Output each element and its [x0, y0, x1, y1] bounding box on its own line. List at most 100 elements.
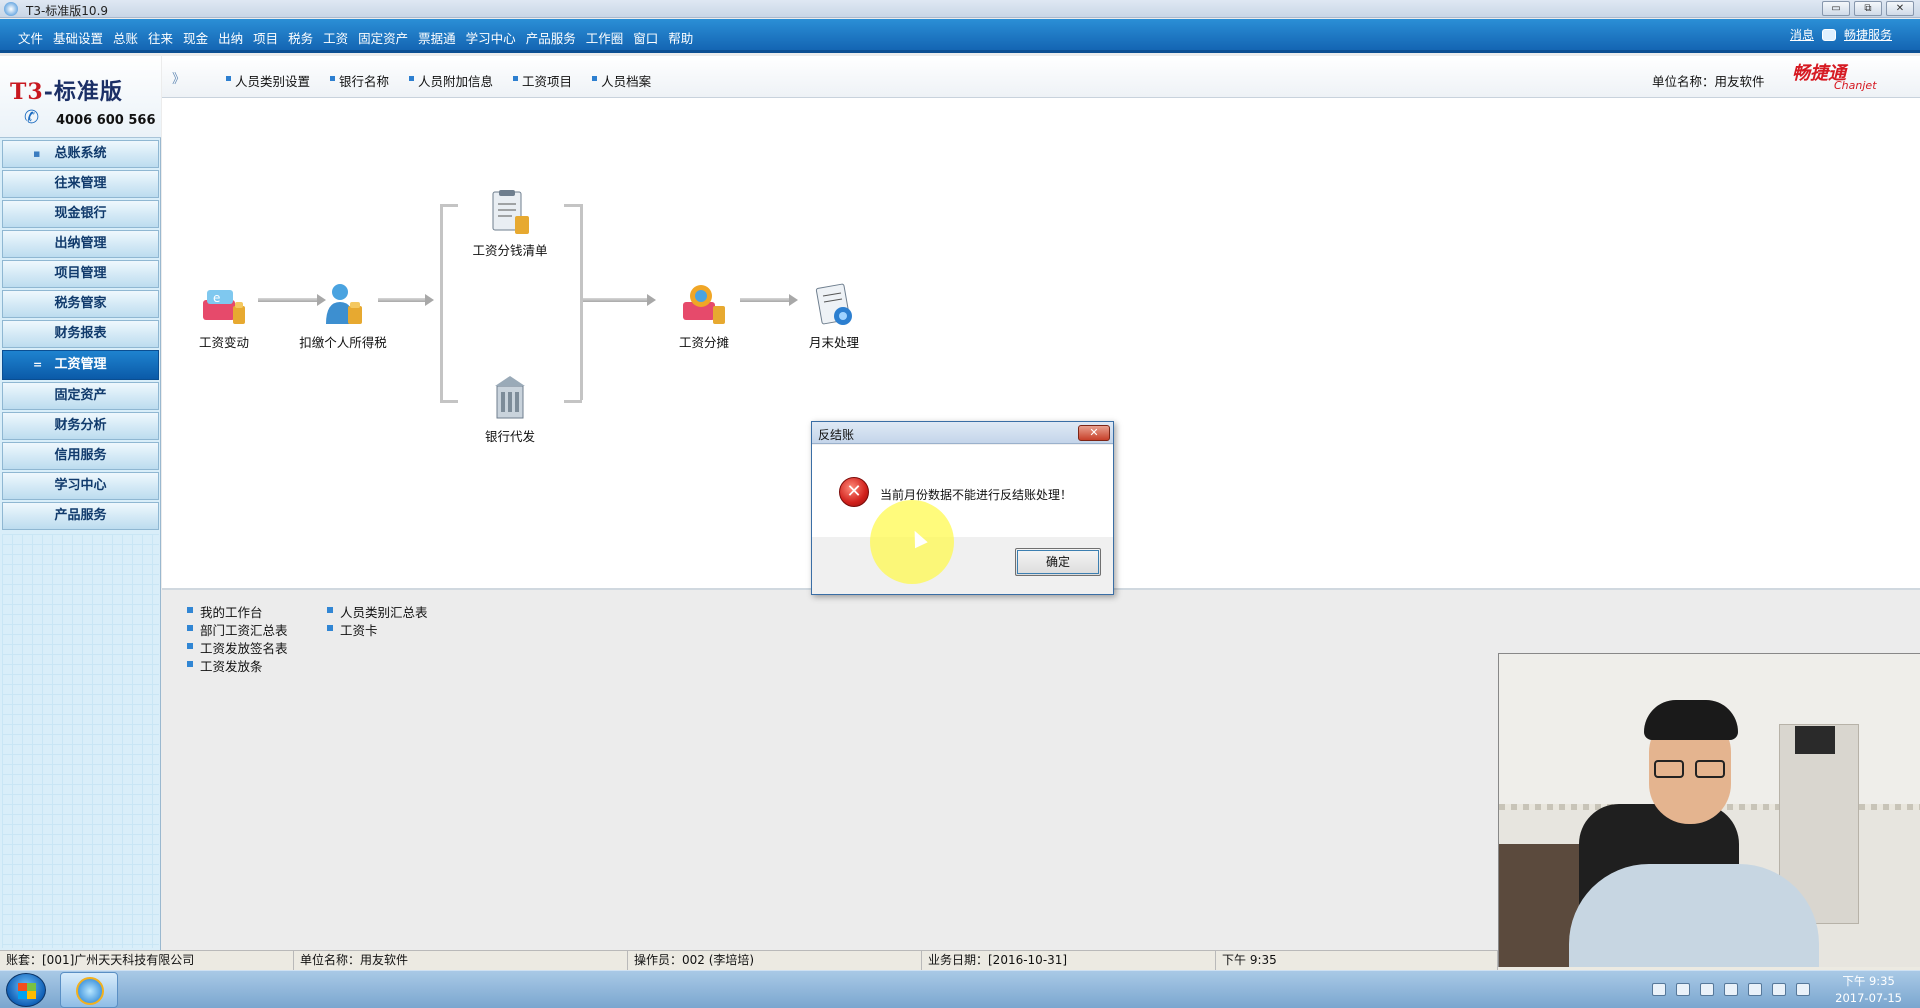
- allocation-label: 工资分摊: [678, 335, 729, 350]
- menu-item[interactable]: 工资: [323, 28, 348, 47]
- webcam-shirt: [1569, 864, 1819, 967]
- taskbar-t3-app[interactable]: [60, 972, 118, 1008]
- sidebar-item[interactable]: 产品服务: [2, 502, 159, 530]
- unclose-dialog: 反结账 ✕ ✕ 当前月份数据不能进行反结账处理！ 确定: [811, 421, 1114, 595]
- flow-bracket-line: [440, 204, 458, 207]
- status-business-date: 业务日期：[2016-10-31]: [922, 951, 1216, 971]
- message-icon[interactable]: [1821, 28, 1836, 41]
- status-account: 账套：[001]广州天天科技有限公司: [0, 951, 294, 971]
- sidebar-item[interactable]: 出纳管理: [2, 230, 159, 258]
- volume-icon[interactable]: [1796, 983, 1810, 996]
- sidebar-item[interactable]: 税务管家: [2, 290, 159, 318]
- ok-button[interactable]: 确定: [1015, 548, 1101, 576]
- menu-item[interactable]: 基础设置: [53, 28, 103, 47]
- tray-app-icon[interactable]: [1676, 983, 1690, 996]
- service-link[interactable]: 畅捷服务: [1844, 26, 1892, 43]
- status-operator: 操作员：002 (李培培): [628, 951, 922, 971]
- bank-node[interactable]: 银行代发: [460, 374, 560, 445]
- wage-change-icon: e: [199, 280, 249, 330]
- toolbar-link[interactable]: 人员类别设置: [226, 71, 310, 90]
- cash-list-node[interactable]: 工资分钱清单: [460, 188, 560, 259]
- flow-bracket-line: [564, 400, 582, 403]
- sidebar-item[interactable]: = 工资管理: [2, 350, 159, 380]
- t3-logo: T3-标准版: [10, 79, 123, 105]
- menu-item[interactable]: 工作圈: [586, 28, 624, 47]
- tray-app-icon[interactable]: [1700, 983, 1714, 996]
- minimize-button[interactable]: ▭: [1822, 1, 1850, 16]
- report-link[interactable]: 工资发放条: [186, 656, 263, 675]
- menu-item[interactable]: 固定资产: [358, 28, 408, 47]
- menu-item[interactable]: 票据通: [418, 28, 456, 47]
- toolbar-link[interactable]: 人员档案: [592, 71, 651, 90]
- menu-item[interactable]: 产品服务: [526, 28, 576, 47]
- menu-item[interactable]: 项目: [253, 28, 278, 47]
- sidebar-item[interactable]: 财务报表: [2, 320, 159, 348]
- message-link[interactable]: 消息: [1790, 26, 1814, 43]
- menu-bar: 文件 基础设置 总账 往来 现金 出纳 项目 税务 工资 固定资产 票据通 学习中心 产品服务 工作圈 窗口…: [0, 19, 1920, 53]
- sidebar-item[interactable]: ▪ 总账系统: [2, 140, 159, 168]
- webcam-glasses-left: [1654, 760, 1684, 778]
- report-link[interactable]: 工资发放签名表: [186, 638, 288, 657]
- tax-label: 扣缴个人所得税: [299, 335, 387, 350]
- sidebar-item-label: 出纳管理: [54, 236, 107, 251]
- status-unit: 单位名称：用友软件: [294, 951, 628, 971]
- sidebar-item[interactable]: 学习中心: [2, 472, 159, 500]
- menu-item[interactable]: 帮助: [668, 28, 693, 47]
- report-link[interactable]: 我的工作台: [186, 602, 263, 621]
- restore-button[interactable]: ⧉: [1854, 1, 1882, 16]
- toolbar-link[interactable]: 人员附加信息: [409, 71, 493, 90]
- sidebar-item-label: 产品服务: [54, 508, 107, 523]
- webcam-monitor: [1795, 726, 1835, 754]
- app-browser-icon: [76, 977, 104, 1005]
- sidebar-item-label: 固定资产: [54, 388, 107, 403]
- allocation-node[interactable]: 工资分摊: [654, 280, 754, 351]
- close-window-button[interactable]: ✕: [1886, 1, 1914, 16]
- dialog-title: 反结账: [818, 428, 855, 442]
- report-link[interactable]: 工资卡: [326, 620, 378, 639]
- menu-item[interactable]: 往来: [148, 28, 173, 47]
- brand-logo: T3-标准版 ✆ 4006 600 566: [0, 56, 161, 138]
- keyboard-icon[interactable]: [1652, 983, 1666, 996]
- menu-item[interactable]: 学习中心: [466, 28, 516, 47]
- tray-app-icon[interactable]: [1724, 983, 1738, 996]
- sidebar-item[interactable]: 现金银行: [2, 200, 159, 228]
- toolbar-link[interactable]: 银行名称: [330, 71, 389, 90]
- menu-item[interactable]: 总账: [113, 28, 138, 47]
- chanjet-logo: 畅捷通 Chanjet: [1792, 63, 1877, 92]
- menu-item[interactable]: 文件: [18, 28, 43, 47]
- flow-bracket-line: [564, 204, 582, 207]
- menu-item[interactable]: 窗口: [633, 28, 658, 47]
- menu-item[interactable]: 现金: [183, 28, 208, 47]
- report-link[interactable]: 人员类别汇总表: [326, 602, 428, 621]
- sidebar-item-bullet-icon: =: [33, 358, 43, 371]
- sidebar-item[interactable]: 信用服务: [2, 442, 159, 470]
- wage-change-node[interactable]: e 工资变动: [174, 280, 274, 351]
- person-tax-icon: [318, 280, 368, 330]
- taskbar-clock[interactable]: 下午 9:35 2017-07-15: [1835, 973, 1902, 1007]
- dialog-close-button[interactable]: ✕: [1078, 425, 1110, 441]
- start-button[interactable]: [6, 973, 46, 1007]
- month-end-node[interactable]: 月末处理: [784, 280, 884, 351]
- toolbar-link[interactable]: 工资项目: [513, 71, 572, 90]
- network-icon[interactable]: [1748, 983, 1762, 996]
- sidebar-item-label: 项目管理: [54, 266, 107, 281]
- flow-arrow: [580, 294, 656, 306]
- expand-chevron-icon[interactable]: 》: [172, 68, 185, 87]
- sidebar-item[interactable]: 项目管理: [2, 260, 159, 288]
- sidebar-item[interactable]: 往来管理: [2, 170, 159, 198]
- flag-icon[interactable]: [1772, 983, 1786, 996]
- dialog-body: ✕ 当前月份数据不能进行反结账处理！: [812, 445, 1113, 537]
- bank-label: 银行代发: [484, 429, 535, 444]
- sidebar-item[interactable]: 财务分析: [2, 412, 159, 440]
- sidebar-item-label: 信用服务: [54, 448, 107, 463]
- bank-icon: [485, 374, 535, 424]
- menu-item[interactable]: 出纳: [218, 28, 243, 47]
- tax-node[interactable]: 扣缴个人所得税: [293, 280, 393, 351]
- sidebar-item[interactable]: 固定资产: [2, 382, 159, 410]
- webcam-hair: [1644, 700, 1738, 740]
- menu-item[interactable]: 税务: [288, 28, 313, 47]
- error-icon: ✕: [839, 477, 869, 507]
- window-title: T3-标准版10.9: [26, 4, 109, 18]
- report-link[interactable]: 部门工资汇总表: [186, 620, 288, 639]
- flow-bracket-line: [440, 400, 458, 403]
